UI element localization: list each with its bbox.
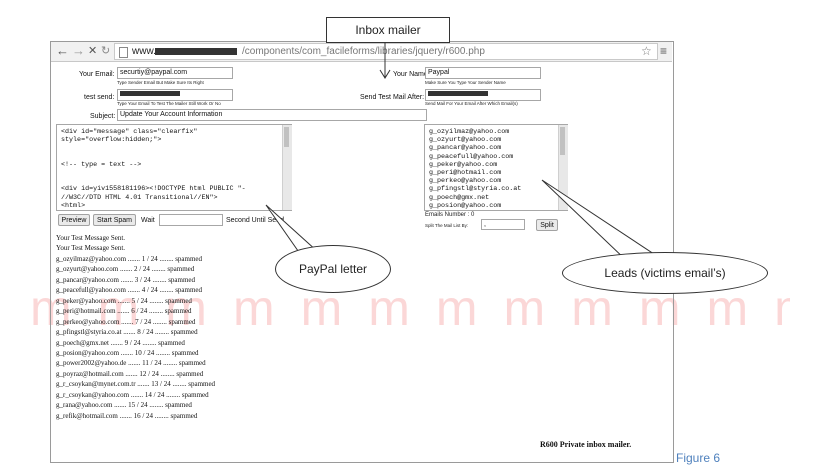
log-entry: g_refik@hotmail.com ....... 16 / 24 ....… — [56, 411, 198, 420]
figure-caption: Figure 6 — [676, 451, 721, 465]
log-entry: g_poyraz@hotmail.com ....... 12 / 24 ...… — [56, 369, 204, 378]
email-list-item: g_pancar@yahoo.com — [429, 144, 502, 153]
url-path: /components/com_facileforms/libraries/jq… — [242, 46, 485, 57]
address-bar[interactable]: www. /components/com_facileforms/librari… — [114, 43, 658, 60]
menu-icon[interactable]: ≡ — [660, 44, 667, 58]
email-list-item: g_posion@yahoo.com — [429, 201, 502, 210]
letter-line: <div id=yiv1558181196><!DOCTYPE html PUB… — [61, 185, 246, 194]
log-entry: g_rana@yahoo.com ....... 15 / 24 .......… — [56, 401, 192, 410]
log-entry: g_peacefull@yahoo.com ....... 4 / 24 ...… — [56, 286, 203, 295]
your-email-label: Your Email: — [79, 71, 115, 78]
test-send-label: test send: — [84, 94, 115, 101]
redacted-email — [120, 91, 180, 97]
second-until-label: Second Until Send — [226, 217, 284, 224]
wait-seconds-input[interactable] — [159, 214, 223, 226]
log-entry: g_ozyurt@yahoo.com ....... 2 / 24 ......… — [56, 265, 195, 274]
your-email-input[interactable]: securtiy@paypal.com — [117, 67, 233, 79]
send-after-input[interactable] — [425, 89, 541, 101]
log-entry: g_r_csoykan@yahoo.com ....... 14 / 24 ..… — [56, 390, 209, 399]
log-entry: g_ozyilmaz@yahoo.com ....... 1 / 24 ....… — [56, 254, 203, 263]
email-list-item: g_poech@gmx.net — [429, 193, 490, 202]
letter-line — [61, 169, 279, 177]
email-list-item: g_ozyurt@yahoo.com — [429, 136, 502, 145]
letter-scrollbar-thumb[interactable] — [284, 127, 289, 147]
brand-footer: R600 Private inbox mailer. — [540, 440, 632, 449]
letter-line — [61, 177, 279, 185]
forward-icon[interactable]: → — [72, 43, 85, 59]
log-entry: g_pancar@yahoo.com ....... 3 / 24 ......… — [56, 275, 196, 284]
email-list-scrollbar-thumb[interactable] — [560, 127, 565, 155]
log-entry: g_r_csoykan@mynet.com.tr ....... 13 / 24… — [56, 380, 216, 389]
letter-line: <div id="message" class="clearfix" — [61, 128, 198, 136]
letter-line: style="overflow:hidden;"> — [61, 136, 162, 145]
email-list-item: g_peacefull@yahoo.com — [429, 152, 514, 161]
subject-input[interactable]: Update Your Account Information — [117, 109, 427, 121]
refresh-icon[interactable]: ↻ — [101, 43, 110, 59]
redacted-email — [428, 91, 488, 97]
url-prefix: www. — [132, 46, 156, 57]
log-entry: g_poech@gmx.net ....... 9 / 24 ........ … — [56, 338, 185, 347]
close-icon[interactable]: ✕ — [88, 43, 97, 59]
split-label: Split The Mail List By: — [425, 223, 469, 228]
paypal-letter-callout: PayPal letter — [275, 245, 391, 293]
redacted-domain — [155, 48, 237, 55]
email-list-item: g_peker@yahoo.com — [429, 160, 498, 169]
split-button[interactable]: Split — [536, 219, 558, 231]
inbox-mailer-callout: Inbox mailer — [326, 17, 450, 43]
log-entry: g_peri@hotmail.com ....... 6 / 24 ......… — [56, 307, 192, 316]
letter-line — [61, 144, 279, 152]
page-icon — [119, 47, 128, 58]
email-list-item: g_peri@hotmail.com — [429, 169, 502, 178]
log-entry: g_peker@yahoo.com ....... 5 / 24 .......… — [56, 296, 192, 305]
letter-line — [61, 153, 279, 161]
output-log: Your Test Message Sent. Your Test Message… — [56, 233, 215, 421]
wait-label: Wait — [141, 217, 155, 224]
letter-line: <!-- type = text --> — [61, 160, 142, 169]
test-sent-line: Your Test Message Sent. — [56, 234, 126, 242]
leads-callout: Leads (victims email’s) — [562, 252, 768, 294]
log-entry: g_posion@yahoo.com ....... 10 / 24 .....… — [56, 348, 199, 357]
back-icon[interactable]: ← — [56, 43, 69, 59]
email-list-item: g_pfingstl@styria.co.at — [429, 185, 522, 194]
your-name-input[interactable]: Paypal — [425, 67, 541, 79]
bookmark-star-icon[interactable]: ☆ — [641, 44, 652, 58]
log-entry: g_perkeo@yahoo.com ....... 7 / 24 ......… — [56, 317, 196, 326]
split-separator-input[interactable]: , — [481, 219, 525, 230]
your-name-hint: Make Sure You Type Your Sender Name — [425, 80, 506, 85]
email-list-textarea[interactable]: g_ozyilmaz@yahoo.com g_ozyurt@yahoo.com g_… — [424, 124, 568, 211]
test-send-hint: Type Your Email To Test The Mailer Still… — [117, 101, 221, 106]
letter-textarea[interactable]: <div id="message" class="clearfix" style=… — [56, 124, 292, 211]
email-list-item: g_ozyilmaz@yahoo.com — [429, 128, 510, 136]
subject-label: Subject: — [90, 113, 116, 120]
start-spam-button[interactable]: Start Spam — [93, 214, 136, 226]
send-after-label: Send Test Mail After: — [360, 94, 425, 101]
log-entry: g_pfingstl@styria.co.at ....... 8 / 24 .… — [56, 328, 198, 337]
send-after-hint: Send Mail For Your Email After Which Ema… — [425, 101, 518, 106]
emails-number-label: Emails Number : 0 — [425, 212, 475, 218]
your-email-hint: Type Sender Email But Make Sure Its Righ… — [117, 80, 204, 85]
letter-line: <html> — [61, 201, 86, 210]
email-list-item: g_perkeo@yahoo.com — [429, 177, 502, 186]
letter-line: //W3C//DTD HTML 4.01 Transitional//EN"> — [61, 193, 218, 202]
test-send-input[interactable] — [117, 89, 233, 101]
preview-button[interactable]: Preview — [58, 214, 90, 226]
test-sent-line: Your Test Message Sent. — [56, 244, 126, 253]
log-entry: g_power2002@yahoo.de ....... 11 / 24 ...… — [56, 359, 206, 368]
